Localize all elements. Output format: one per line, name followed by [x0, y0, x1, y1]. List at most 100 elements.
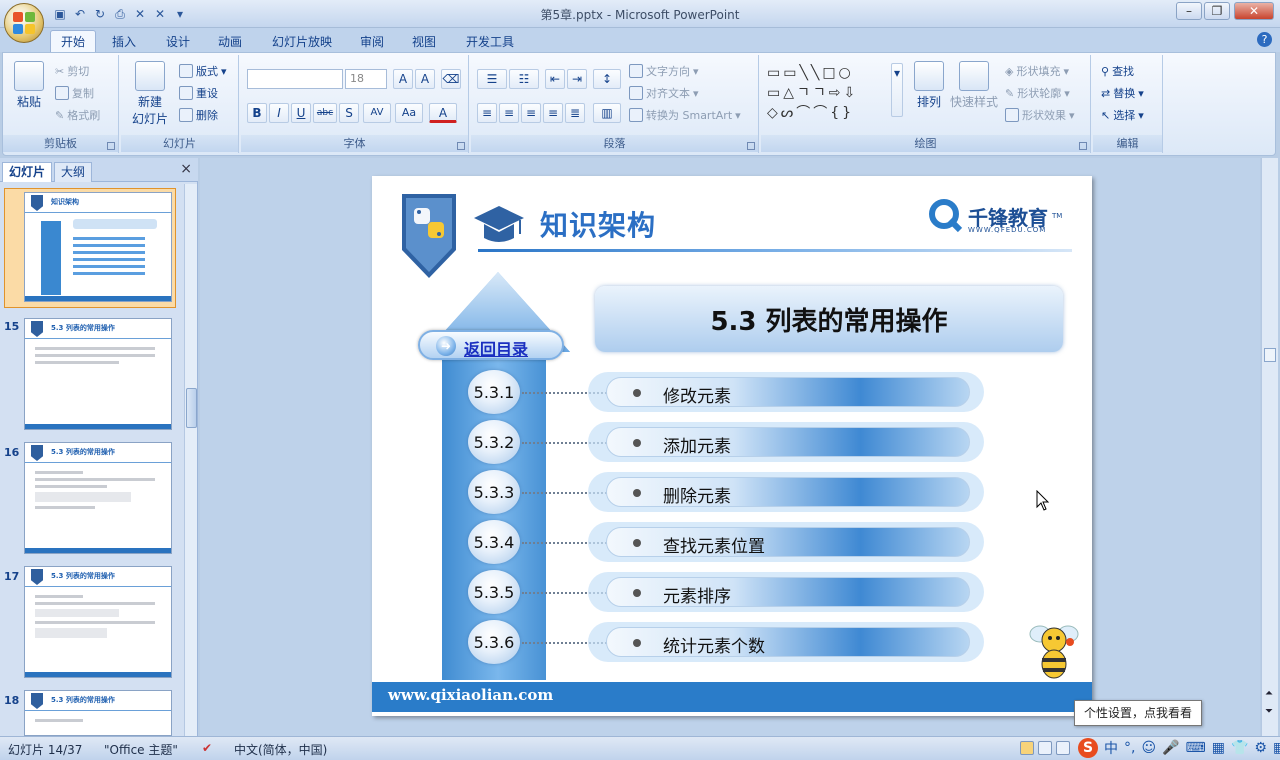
bullets-icon[interactable]: ☰: [477, 69, 507, 89]
maximize-button[interactable]: ❐: [1204, 2, 1230, 20]
tab-outline[interactable]: 大纲: [54, 162, 93, 182]
slide-thumbnail[interactable]: 5.3 列表的常用操作: [24, 318, 172, 430]
align-left-icon[interactable]: ≡: [477, 103, 497, 123]
undo-icon[interactable]: ↶: [72, 6, 88, 22]
align-right-icon[interactable]: ≡: [521, 103, 541, 123]
slide-thumbnail[interactable]: 5.3 列表的常用操作: [24, 690, 172, 736]
spelling-icon[interactable]: ✔: [202, 741, 212, 755]
topic-item[interactable]: 统计元素个数: [588, 622, 984, 662]
slideshow-view-icon[interactable]: [1056, 741, 1070, 755]
shrink-font-icon[interactable]: A: [415, 69, 435, 89]
close-doc-icon[interactable]: ✕: [132, 6, 148, 22]
layout-button[interactable]: 版式 ▾: [179, 63, 227, 79]
shape-effects-button[interactable]: 形状效果 ▾: [1005, 107, 1075, 123]
distribute-icon[interactable]: ≣: [565, 103, 585, 123]
font-size-combo[interactable]: 18: [345, 69, 387, 89]
dialog-launcher-icon[interactable]: [457, 142, 465, 150]
slide-thumbnail[interactable]: 5.3 列表的常用操作: [24, 442, 172, 554]
normal-view-icon[interactable]: [1020, 741, 1034, 755]
sogou-logo-icon[interactable]: S: [1078, 738, 1098, 758]
find-button[interactable]: ⚲ 查找: [1101, 63, 1134, 79]
numbering-icon[interactable]: ☷: [509, 69, 539, 89]
office-button[interactable]: [4, 3, 44, 43]
tab-slides[interactable]: 幻灯片: [2, 162, 53, 182]
save-icon[interactable]: ▣: [52, 6, 68, 22]
keyboard-icon[interactable]: ⌨: [1186, 740, 1206, 756]
close-button[interactable]: ✕: [1234, 2, 1274, 20]
slide-thumbnail[interactable]: 5.3 列表的常用操作: [24, 566, 172, 678]
tab-home[interactable]: 开始: [50, 30, 97, 52]
underline-button[interactable]: U: [291, 103, 311, 123]
slide-canvas[interactable]: 知识架构 千锋教育 TM WWW.QFEDU.COM ➜ 返回目录 5.3 列表…: [372, 176, 1092, 716]
ime-mode[interactable]: 中: [1104, 738, 1118, 758]
slide-sorter-icon[interactable]: [1038, 741, 1052, 755]
return-toc-button[interactable]: ➜ 返回目录: [418, 330, 564, 360]
tab-design[interactable]: 设计: [156, 30, 200, 52]
convert-smartart-button[interactable]: 转换为 SmartArt ▾: [629, 107, 741, 123]
line-spacing-icon[interactable]: ↕: [593, 69, 621, 89]
paste-button[interactable]: 粘贴: [9, 61, 49, 110]
quick-styles-button[interactable]: 快速样式: [947, 61, 1001, 110]
topic-item[interactable]: 元素排序: [588, 572, 984, 612]
more-icon[interactable]: ▦: [1273, 740, 1280, 756]
theme-name[interactable]: "Office 主题": [104, 741, 178, 758]
toolbox-icon[interactable]: ⚙: [1254, 740, 1267, 756]
strikethrough-button[interactable]: abc: [313, 103, 337, 123]
font-color-button[interactable]: A: [429, 103, 457, 123]
next-slide-icon[interactable]: ⏷: [1265, 706, 1273, 717]
help-icon[interactable]: ?: [1257, 32, 1272, 47]
shape-outline-button[interactable]: ✎ 形状轮廓 ▾: [1005, 85, 1070, 101]
justify-icon[interactable]: ≡: [543, 103, 563, 123]
tab-animations[interactable]: 动画: [208, 30, 252, 52]
tab-view[interactable]: 视图: [402, 30, 446, 52]
reset-button[interactable]: 重设: [179, 85, 218, 101]
gallery-scroll-icon[interactable]: ▾: [891, 63, 903, 117]
topic-item[interactable]: 查找元素位置: [588, 522, 984, 562]
slide-thumbnail[interactable]: 知识架构: [24, 192, 172, 302]
shape-fill-button[interactable]: ◈ 形状填充 ▾: [1005, 63, 1069, 79]
increase-indent-icon[interactable]: ⇥: [567, 69, 587, 89]
redo-icon[interactable]: ↻: [92, 6, 108, 22]
topic-item[interactable]: 删除元素: [588, 472, 984, 512]
topic-item[interactable]: 添加元素: [588, 422, 984, 462]
copy-button[interactable]: 复制: [55, 85, 94, 101]
shirt-icon[interactable]: 👕: [1231, 740, 1248, 756]
thumbnail-scrollbar[interactable]: [184, 184, 197, 736]
tab-review[interactable]: 审阅: [350, 30, 394, 52]
topic-item[interactable]: 修改元素: [588, 372, 984, 412]
language-indicator[interactable]: 中文(简体，中国): [234, 741, 327, 758]
font-name-combo[interactable]: [247, 69, 343, 89]
close-icon[interactable]: ×: [180, 161, 192, 177]
microphone-icon[interactable]: 🎤: [1162, 740, 1179, 756]
workspace-scrollbar[interactable]: ⏶ ⏷: [1261, 158, 1278, 736]
clear-format-icon[interactable]: ⌫: [441, 69, 461, 89]
minimize-button[interactable]: –: [1176, 2, 1202, 20]
change-case-button[interactable]: Aa: [395, 103, 423, 123]
bold-button[interactable]: B: [247, 103, 267, 123]
emoji-icon[interactable]: ☺: [1141, 740, 1156, 756]
customize-qat-icon[interactable]: ▾: [172, 6, 188, 22]
scroll-thumb[interactable]: [1264, 348, 1276, 362]
dialog-launcher-icon[interactable]: [1079, 142, 1087, 150]
italic-button[interactable]: I: [269, 103, 289, 123]
arrange-button[interactable]: 排列: [909, 61, 949, 110]
text-direction-button[interactable]: 文字方向 ▾: [629, 63, 699, 79]
align-text-button[interactable]: 对齐文本 ▾: [629, 85, 699, 101]
char-spacing-button[interactable]: AV: [363, 103, 391, 123]
format-painter-button[interactable]: ✎ 格式刷: [55, 107, 100, 123]
cut-button[interactable]: ✂ 剪切: [55, 63, 89, 79]
select-button[interactable]: ↖ 选择 ▾: [1101, 107, 1144, 123]
decrease-indent-icon[interactable]: ⇤: [545, 69, 565, 89]
tab-developer[interactable]: 开发工具: [456, 30, 524, 52]
preview-icon[interactable]: ⎙: [112, 6, 128, 22]
shadow-button[interactable]: S: [339, 103, 359, 123]
new-slide-button[interactable]: 新建 幻灯片: [125, 61, 175, 127]
prev-slide-icon[interactable]: ⏶: [1265, 688, 1273, 699]
scroll-thumb[interactable]: [186, 388, 197, 428]
replace-button[interactable]: ⇄ 替换 ▾: [1101, 85, 1144, 101]
grow-font-icon[interactable]: A: [393, 69, 413, 89]
columns-icon[interactable]: ▥: [593, 103, 621, 123]
dialog-launcher-icon[interactable]: [747, 142, 755, 150]
shapes-gallery[interactable]: ▭▭╲╲□○ ▭△ㄱㄱ⇨⇩ ◇ᔕ⌒⌒{}: [767, 63, 891, 121]
align-center-icon[interactable]: ≡: [499, 103, 519, 123]
